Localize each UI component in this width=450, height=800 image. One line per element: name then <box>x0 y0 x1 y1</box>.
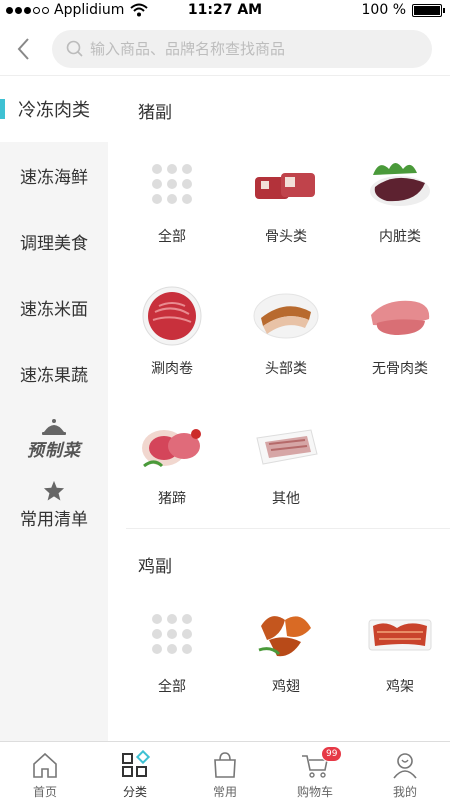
sidebar-item-frozen-noodles[interactable]: 速冻米面 <box>0 274 108 340</box>
subcategory-item-chicken-wing[interactable]: 鸡翅 <box>229 604 343 724</box>
sidebar-item-frozen-meat[interactable]: 冷冻肉类 <box>0 76 108 142</box>
subcategory-label: 全部 <box>158 229 186 245</box>
subcategory-item-other[interactable]: 其他 <box>229 416 343 536</box>
back-icon[interactable] <box>12 34 36 64</box>
head-meat-image <box>251 286 321 346</box>
sidebar-item-frozen-produce[interactable]: 速冻果蔬 <box>0 340 108 406</box>
section-title: 鸡副 <box>138 557 172 577</box>
sidebar-item-label: 冷冻肉类 <box>18 100 90 121</box>
subcategory-item-chicken-frame[interactable]: 鸡架 <box>343 604 450 724</box>
subcategory-item-trotter[interactable]: 猪蹄 <box>115 416 229 536</box>
subcategory-item-bones[interactable]: 骨头类 <box>229 154 343 274</box>
subcategory-label: 无骨肉类 <box>372 361 428 377</box>
subcategory-item-head-meat[interactable]: 头部类 <box>229 286 343 406</box>
subcategory-label: 骨头类 <box>265 229 307 245</box>
battery-icon <box>412 3 445 17</box>
sidebar-item-frozen-seafood[interactable]: 速冻海鲜 <box>0 142 108 208</box>
subcategory-item-boneless-meat[interactable]: 无骨肉类 <box>343 286 450 406</box>
category-sidebar: 冷冻肉类 速冻海鲜 调理美食 速冻米面 速冻果蔬 预制菜 常用清单 <box>0 76 108 741</box>
tab-cart[interactable]: 99 购物车 <box>270 742 360 800</box>
subcategory-label: 全部 <box>158 679 186 695</box>
sidebar-item-label: 速冻果蔬 <box>20 365 88 386</box>
tab-label: 首页 <box>32 785 57 799</box>
category-icon <box>122 750 150 777</box>
subcategory-item-all[interactable]: 全部 <box>115 154 229 274</box>
subcategory-label: 猪蹄 <box>158 491 186 507</box>
chicken-frame-image <box>365 604 435 664</box>
user-icon <box>393 753 417 779</box>
all-grid-icon <box>137 154 207 214</box>
tab-profile[interactable]: 我的 <box>360 742 450 800</box>
tab-label: 分类 <box>122 785 147 799</box>
offal-image <box>365 154 435 214</box>
tab-home[interactable]: 首页 <box>0 742 90 800</box>
tab-category[interactable]: 分类 <box>90 742 180 800</box>
sidebar-item-label: 速冻米面 <box>20 299 88 320</box>
tab-label: 购物车 <box>296 785 333 799</box>
sidebar-item-label: 调理美食 <box>20 233 88 254</box>
boneless-meat-image <box>365 286 435 346</box>
meat-roll-image <box>137 286 207 346</box>
cart-count-badge: 99 <box>321 746 343 762</box>
sidebar-item-premade-dishes[interactable]: 预制菜 <box>0 406 108 472</box>
sidebar-item-label: 速冻海鲜 <box>20 167 88 188</box>
subcategory-label: 其他 <box>272 491 300 507</box>
trotter-image <box>137 416 207 476</box>
subcategory-label: 鸡翅 <box>272 679 300 695</box>
all-grid-icon <box>137 604 207 664</box>
sidebar-item-label: 常用清单 <box>20 510 88 530</box>
subcategory-item-all[interactable]: 全部 <box>115 604 229 724</box>
header <box>0 22 450 76</box>
subcategory-item-meat-roll[interactable]: 涮肉卷 <box>115 286 229 406</box>
sidebar-item-prepared-food[interactable]: 调理美食 <box>0 208 108 274</box>
tab-label: 我的 <box>392 785 417 799</box>
tab-label: 常用 <box>212 785 237 799</box>
tab-bar: 首页 分类 常用 99 购物车 我的 <box>0 741 450 800</box>
subcategory-label: 鸡架 <box>386 679 414 695</box>
section-divider <box>126 528 450 529</box>
search-input[interactable] <box>90 40 420 58</box>
tab-frequent[interactable]: 常用 <box>180 742 270 800</box>
search-bar[interactable] <box>52 30 432 68</box>
cloche-icon <box>42 418 66 435</box>
section-title: 猪副 <box>138 103 172 123</box>
bag-icon <box>214 752 236 778</box>
subcategory-label: 头部类 <box>265 361 307 377</box>
subcategory-item-offal[interactable]: 内脏类 <box>343 154 450 274</box>
chicken-wing-image <box>251 604 321 664</box>
subcategory-panel: 猪副 全部 骨头类 内脏类 涮肉卷 头部类 无骨肉类 猪蹄 其他 鸡副 全部 鸡… <box>108 76 450 741</box>
sidebar-item-label: 预制菜 <box>27 440 81 461</box>
battery-percent: 100 % <box>361 2 406 18</box>
subcategory-label: 内脏类 <box>379 229 421 245</box>
star-icon <box>43 480 65 501</box>
bones-image <box>251 154 321 214</box>
home-icon <box>33 752 57 778</box>
status-bar: Applidium 11:27 AM 100 % <box>0 0 450 22</box>
search-icon <box>66 40 83 57</box>
sidebar-item-favorites[interactable]: 常用清单 <box>0 472 108 538</box>
subcategory-label: 涮肉卷 <box>151 361 193 377</box>
other-image <box>251 416 321 476</box>
